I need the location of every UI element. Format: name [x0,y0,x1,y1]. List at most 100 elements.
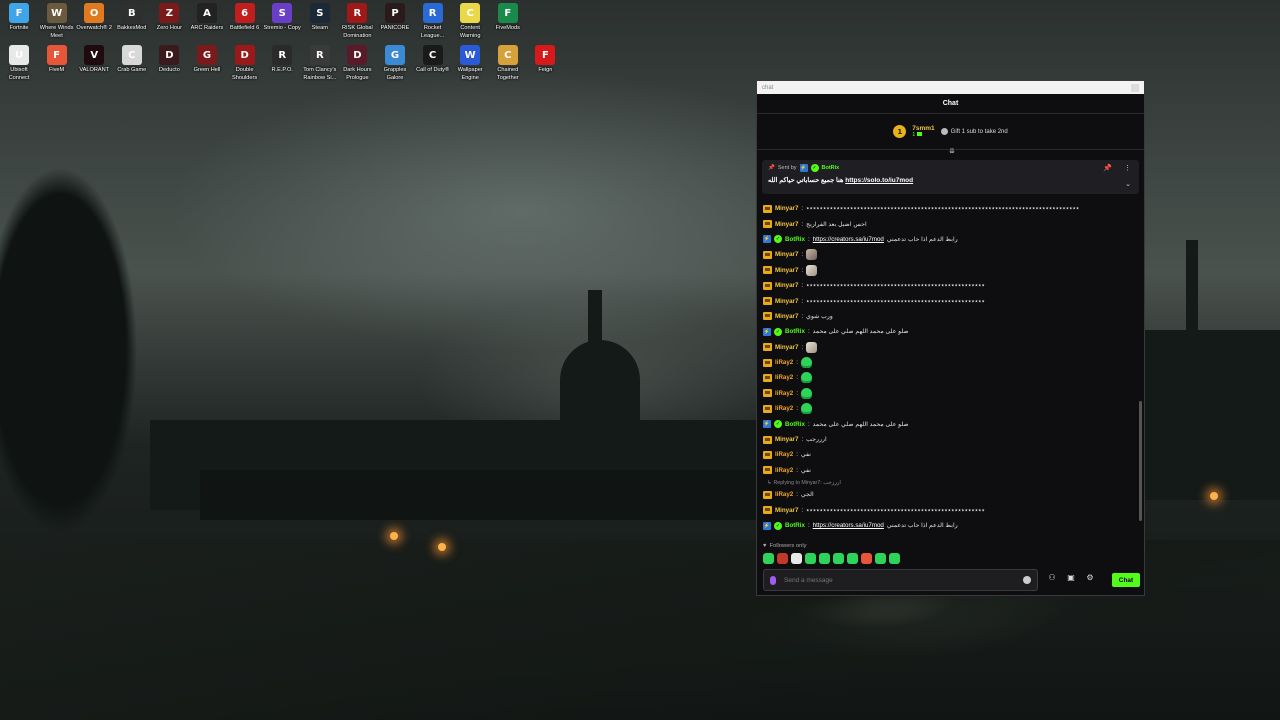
quick-emote-icon[interactable] [763,553,774,564]
unpin-icon[interactable]: 📌 [1103,164,1112,172]
chat-message[interactable]: liRay2: نفي [763,463,1138,478]
desktop-icon[interactable]: W Wallpaper Engine [451,42,489,82]
chat-message[interactable]: ⚡ ✓ BotRix: https://creators.sa/iu7mod رابط … [763,518,1138,533]
desktop-icon[interactable]: U Ubisoft Connect [0,42,38,82]
chat-message[interactable]: Minyar7: ٭٭٭٭٭٭٭٭٭٭٭٭٭٭٭٭٭٭٭٭٭٭٭٭٭٭٭٭٭٭٭٭… [763,293,1138,308]
quick-emote-icon[interactable] [805,553,816,564]
pinned-link[interactable]: https://solo.to/iu7mod [845,177,913,184]
message-username[interactable]: liRay2 [775,405,793,412]
quick-emote-icon[interactable] [875,553,886,564]
quick-emote-icon[interactable] [791,553,802,564]
chat-message[interactable]: liRay2: [763,401,1138,416]
quick-emote-icon[interactable] [833,553,844,564]
emote-icon[interactable] [800,403,812,415]
quick-emote-icon[interactable] [777,553,788,564]
gift-box-icon[interactable]: ▣ [1066,573,1076,583]
mic-icon[interactable] [770,575,776,585]
desktop-icon[interactable]: P PANICORE [376,0,414,33]
desktop-icon[interactable]: S Stremio - Copy [263,0,301,33]
desktop-icon[interactable]: 6 Battlefield 6 [226,0,264,33]
gear-icon[interactable]: ⚙ [1085,573,1095,583]
desktop-icon[interactable]: G Green Hell [188,42,226,75]
desktop-icon[interactable]: B BakkesMod [113,0,151,33]
message-link[interactable]: https://creators.sa/iu7mod [813,522,884,529]
emote-icon[interactable] [806,341,818,353]
desktop-icon[interactable]: Z Zero Hour [150,0,188,33]
desktop-icon[interactable]: F Feign [526,42,564,75]
desktop-icon[interactable]: V VALORANT [75,42,113,75]
emoji-picker-icon[interactable] [1023,576,1031,584]
chat-message[interactable]: Minyar7: ٭٭٭٭٭٭٭٭٭٭٭٭٭٭٭٭٭٭٭٭٭٭٭٭٭٭٭٭٭٭٭٭… [763,201,1138,216]
message-link[interactable]: https://creators.sa/iu7mod [813,236,884,243]
message-username[interactable]: liRay2 [775,491,793,498]
desktop-icon[interactable]: D Double Shoulders [226,42,264,82]
chat-message[interactable]: Minyar7: [763,340,1138,355]
message-username[interactable]: Minyar7 [775,344,798,351]
quick-emote-icon[interactable] [889,553,900,564]
desktop-icon[interactable]: R Tom Clancy's Rainbow Si... [301,42,339,82]
desktop-icon[interactable]: D Dark Hours Prologue [338,42,376,82]
message-username[interactable]: Minyar7 [775,251,798,258]
desktop-icon[interactable]: F FiveM [38,42,76,75]
desktop-icon[interactable]: C Call of Duty® [414,42,452,75]
chat-scrollbar[interactable] [1139,401,1142,521]
desktop-icon[interactable]: F FiveMods [489,0,527,33]
desktop-icon[interactable]: R RISK Global Domination [338,0,376,40]
message-username[interactable]: BotRix [785,522,805,529]
desktop-icon[interactable]: O Overwatch® 2 [75,0,113,33]
message-input[interactable] [784,576,1015,584]
points-icon[interactable]: ⚇ [1047,573,1057,583]
desktop-icon[interactable]: C Crab Game [113,42,151,75]
gift-sub-button[interactable]: Gift 1 sub to take 2nd [940,128,1008,135]
chat-message[interactable]: Minyar7: ورب شوي [763,309,1138,324]
desktop-icon[interactable]: R Rocket League... [414,0,452,40]
message-username[interactable]: Minyar7 [775,205,798,212]
quick-emote-icon[interactable] [847,553,858,564]
desktop-icon[interactable]: R R.E.P.O. [263,42,301,75]
chat-message[interactable]: Minyar7: ارررجب [763,432,1138,447]
chat-message[interactable]: ⚡ ✓ BotRix: صلو على محمد اللهم صلي على محمد [763,324,1138,339]
collapse-toggle-icon[interactable]: ⇊ [947,147,957,155]
emote-icon[interactable] [806,264,818,276]
message-username[interactable]: Minyar7 [775,298,798,305]
message-username[interactable]: BotRix [785,328,805,335]
quick-emote-icon[interactable] [861,553,872,564]
chat-message[interactable]: Minyar7: [763,247,1138,262]
desktop-icon[interactable]: S Steam [301,0,339,33]
emote-icon[interactable] [800,357,812,369]
pinned-sender[interactable]: BotRix [822,165,840,171]
desktop-icon[interactable]: G Grapples Galore [376,42,414,82]
message-username[interactable]: liRay2 [775,359,793,366]
chat-send-button[interactable]: Chat [1112,573,1140,587]
desktop-icon[interactable]: F Fortnite [0,0,38,33]
more-options-icon[interactable]: ⋮ [1124,164,1131,172]
message-username[interactable]: Minyar7 [775,313,798,320]
desktop-icon[interactable]: A ARC Raiders [188,0,226,33]
close-icon[interactable] [1131,83,1139,92]
chat-message[interactable]: liRay2: الجي [763,487,1138,502]
chat-message[interactable]: ⚡ ✓ BotRix: صلو على محمد اللهم صلي على محمد [763,416,1138,431]
chat-message[interactable]: ⚡ ✓ BotRix: https://creators.sa/iu7mod رابط … [763,232,1138,247]
chevron-down-icon[interactable]: ⌄ [1125,180,1131,188]
message-username[interactable]: liRay2 [775,390,793,397]
message-username[interactable]: liRay2 [775,467,793,474]
message-username[interactable]: Minyar7 [775,221,798,228]
chat-message[interactable]: liRay2: نفي [763,447,1138,462]
desktop-icon[interactable]: D Deducto [150,42,188,75]
desktop-icon[interactable]: C Content Warning [451,0,489,40]
window-titlebar[interactable]: chat [757,81,1144,94]
message-username[interactable]: Minyar7 [775,436,798,443]
message-username[interactable]: Minyar7 [775,507,798,514]
chat-message[interactable]: Minyar7: ٭٭٭٭٭٭٭٭٭٭٭٭٭٭٭٭٭٭٭٭٭٭٭٭٭٭٭٭٭٭٭٭… [763,502,1138,517]
chat-message[interactable]: liRay2: [763,370,1138,385]
chat-message[interactable]: liRay2: [763,355,1138,370]
reply-context[interactable]: ↳ Replying to Minyar7: ارررجب [763,478,1138,487]
chat-message[interactable]: Minyar7: احس اضبل بعد الفراريج [763,216,1138,231]
message-username[interactable]: BotRix [785,421,805,428]
message-username[interactable]: Minyar7 [775,282,798,289]
desktop-icon[interactable]: C Chained Together [489,42,527,82]
emote-icon[interactable] [800,372,812,384]
message-username[interactable]: liRay2 [775,374,793,381]
emote-icon[interactable] [800,387,812,399]
top-gifter[interactable]: 7smm1 1 [912,125,934,138]
